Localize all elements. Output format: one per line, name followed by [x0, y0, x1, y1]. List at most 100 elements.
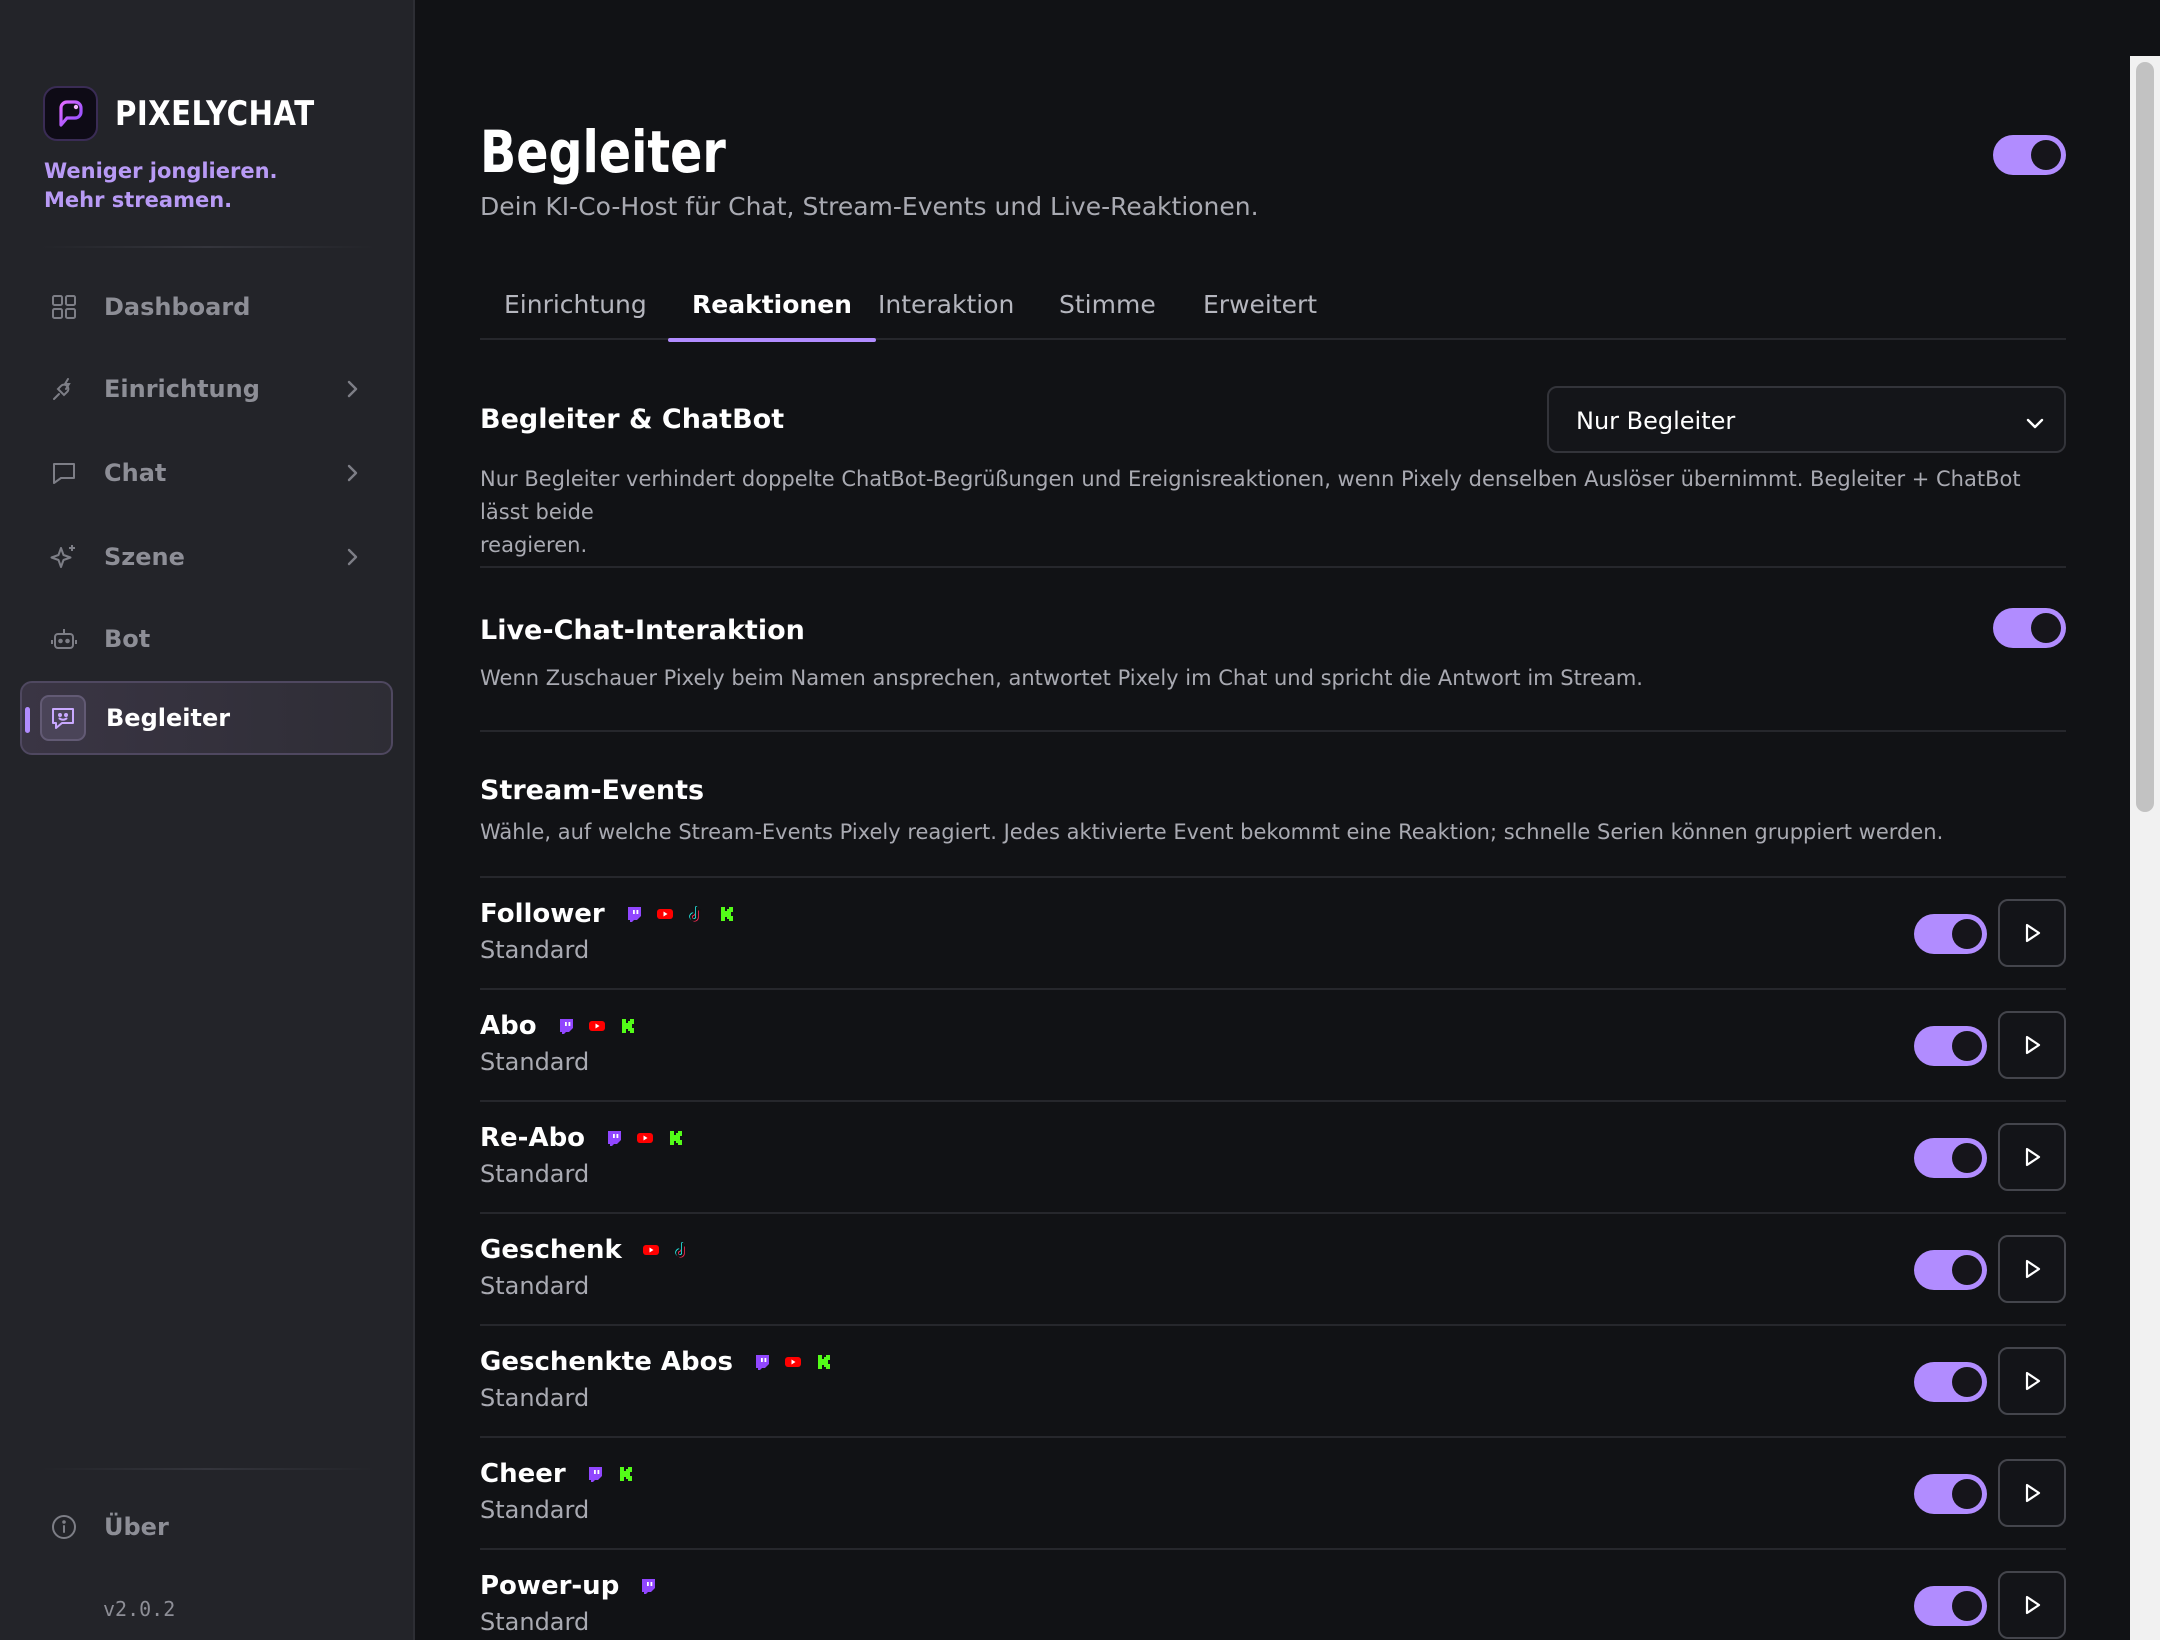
scrollbar[interactable] [2130, 56, 2160, 1640]
main-content: Begleiter Dein KI-Co-Host für Chat, Stre… [480, 0, 2066, 1640]
companion-chatbot-description: Nur Begleiter verhindert doppelte ChatBo… [480, 463, 2066, 562]
stream-event-row: Geschenkte Abos Standard [480, 1324, 2066, 1436]
companion-master-toggle[interactable] [1993, 135, 2066, 175]
sparkle-icon [50, 543, 78, 571]
sidebar-divider [40, 246, 375, 248]
event-label: Abo [480, 1011, 537, 1041]
platform-icons [642, 1241, 691, 1259]
kick-icon [619, 1467, 632, 1481]
event-label: Power-up [480, 1571, 620, 1601]
sidebar: PIXELYCHAT Weniger jonglieren. Mehr stre… [0, 0, 415, 1640]
platform-icons [625, 905, 736, 923]
event-variant: Standard [480, 1496, 590, 1524]
tab-reaktionen[interactable]: Reaktionen [668, 270, 876, 342]
sidebar-item-about[interactable]: Über [20, 1490, 393, 1564]
sidebar-item-einrichtung[interactable]: Einrichtung [20, 352, 393, 426]
play-icon [2025, 1595, 2041, 1615]
stream-event-row: Re-Abo Standard [480, 1100, 2066, 1212]
pixelychat-logo-icon [43, 86, 98, 141]
event-toggle[interactable] [1914, 1362, 1987, 1402]
test-event-button[interactable] [1998, 1459, 2066, 1527]
event-toggle[interactable] [1914, 914, 1987, 954]
message-icon [50, 459, 78, 487]
companion-mode-select[interactable]: Nur Begleiter [1547, 386, 2066, 453]
event-name: Follower [480, 899, 736, 929]
chevron-right-icon [345, 546, 359, 574]
twitch-icon [627, 907, 641, 922]
stream-event-row: Power-up Standard [480, 1548, 2066, 1640]
test-event-button[interactable] [1998, 899, 2066, 967]
sidebar-item-label: Einrichtung [104, 375, 260, 403]
play-icon [2025, 923, 2041, 943]
play-icon [2025, 1035, 2041, 1055]
platform-icons [753, 1353, 833, 1371]
event-variant: Standard [480, 1384, 590, 1412]
stream-event-row: Follower Standard [480, 876, 2066, 988]
event-label: Cheer [480, 1459, 566, 1489]
event-variant: Standard [480, 1608, 590, 1636]
description-line: Nur Begleiter verhindert doppelte ChatBo… [480, 467, 2021, 524]
live-chat-toggle[interactable] [1993, 608, 2066, 648]
youtube-icon [588, 1021, 605, 1031]
kick-icon [720, 907, 733, 921]
event-label: Geschenkte Abos [480, 1347, 733, 1377]
toggle-knob [1952, 919, 1982, 949]
event-toggle[interactable] [1914, 1586, 1987, 1626]
event-label: Geschenk [480, 1235, 622, 1265]
twitch-icon [588, 1467, 602, 1482]
chevron-down-icon [2024, 410, 2046, 438]
toggle-knob [1952, 1367, 1982, 1397]
sidebar-item-begleiter[interactable]: Begleiter [20, 681, 393, 755]
tab-stimme[interactable]: Stimme [1035, 270, 1180, 340]
tab-einrichtung[interactable]: Einrichtung [480, 270, 671, 340]
test-event-button[interactable] [1998, 1123, 2066, 1191]
chevron-right-icon [345, 462, 359, 490]
event-variant: Standard [480, 1160, 590, 1188]
event-toggle[interactable] [1914, 1474, 1987, 1514]
test-event-button[interactable] [1998, 1571, 2066, 1639]
sidebar-item-bot[interactable]: Bot [20, 602, 393, 676]
event-toggle[interactable] [1914, 1138, 1987, 1178]
event-variant: Standard [480, 936, 590, 964]
event-label: Re-Abo [480, 1123, 586, 1153]
platform-icons [557, 1017, 637, 1035]
brand-name: PIXELYCHAT [115, 93, 315, 134]
tab-bar: Einrichtung Reaktionen Interaktion Stimm… [480, 270, 2066, 342]
kick-icon [621, 1019, 634, 1033]
toggle-knob [2031, 613, 2061, 643]
platform-icons [605, 1129, 685, 1147]
stream-event-row: Geschenk Standard [480, 1212, 2066, 1324]
test-event-button[interactable] [1998, 1347, 2066, 1415]
youtube-icon [642, 1245, 659, 1255]
sidebar-item-label: Chat [104, 459, 167, 487]
toggle-knob [1952, 1031, 1982, 1061]
test-event-button[interactable] [1998, 1011, 2066, 1079]
scrollbar-thumb[interactable] [2136, 62, 2154, 812]
bot-icon [50, 625, 78, 653]
sidebar-item-label: Begleiter [106, 704, 231, 732]
live-chat-title: Live-Chat-Interaktion [480, 615, 805, 646]
event-name: Cheer [480, 1459, 635, 1489]
brand[interactable]: PIXELYCHAT [43, 86, 347, 141]
stream-events-description: Wähle, auf welche Stream-Events Pixely r… [480, 820, 1944, 844]
event-name: Geschenkte Abos [480, 1347, 833, 1377]
tagline-line-2: Mehr streamen. [44, 188, 233, 212]
sidebar-item-szene[interactable]: Szene [20, 520, 393, 594]
sidebar-item-dashboard[interactable]: Dashboard [20, 270, 393, 344]
event-toggle[interactable] [1914, 1026, 1987, 1066]
page-title: Begleiter [480, 118, 726, 186]
play-icon [2025, 1483, 2041, 1503]
sidebar-item-chat[interactable]: Chat [20, 436, 393, 510]
tab-interaktion[interactable]: Interaktion [854, 270, 1038, 340]
chevron-right-icon [345, 378, 359, 406]
test-event-button[interactable] [1998, 1235, 2066, 1303]
sidebar-item-label: Bot [104, 625, 151, 653]
event-name: Geschenk [480, 1235, 691, 1265]
play-icon [2025, 1371, 2041, 1391]
stream-event-row: Abo Standard [480, 988, 2066, 1100]
event-toggle[interactable] [1914, 1250, 1987, 1290]
toggle-knob [2031, 140, 2061, 170]
tab-erweitert[interactable]: Erweitert [1179, 270, 1341, 340]
youtube-icon [785, 1357, 801, 1367]
tiktok-icon [688, 906, 701, 922]
